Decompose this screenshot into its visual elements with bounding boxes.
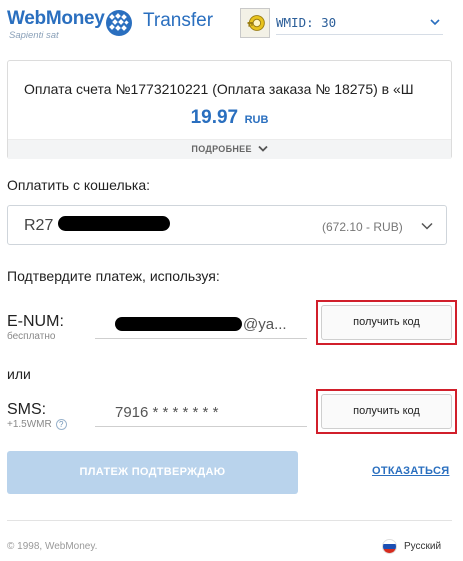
wallet-balance: (672.10 - RUB) xyxy=(322,220,403,234)
copyright: © 1998, WebMoney. xyxy=(7,541,98,552)
amount-value: 19.97 xyxy=(190,107,239,128)
redacted-wallet-number xyxy=(58,216,170,231)
wallet-id: R27 xyxy=(24,217,54,234)
enum-email-domain: @ya... xyxy=(243,316,287,333)
enum-title: E-NUM: xyxy=(7,313,64,330)
invoice-card: Оплата счета №1773210221 (Оплата заказа … xyxy=(7,60,452,159)
details-toggle[interactable]: ПОДРОБНЕЕ xyxy=(8,139,451,159)
language-label: Русский xyxy=(404,541,442,552)
sms-code-highlight: получить код xyxy=(316,389,457,434)
footer-divider xyxy=(7,520,452,521)
sms-title: SMS: xyxy=(7,401,47,418)
confirm-method-label: Подтвердите платеж, используя: xyxy=(7,268,220,284)
avatar-icon xyxy=(240,8,270,38)
or-label: или xyxy=(7,366,31,382)
cancel-link[interactable]: ОТКАЗАТЬСЯ xyxy=(372,465,449,477)
help-icon[interactable]: ? xyxy=(55,419,67,430)
wmid-underline xyxy=(276,34,443,35)
sms-phone-field[interactable]: 7916 * * * * * * * xyxy=(95,401,307,427)
chevron-down-icon xyxy=(257,145,268,152)
globe-icon xyxy=(106,10,132,36)
logo-tagline: Sapienti sat xyxy=(9,30,59,41)
invoice-title: Оплата счета №1773210221 (Оплата заказа … xyxy=(24,81,414,97)
enum-get-code-button[interactable]: получить код xyxy=(321,305,452,340)
wmid-label: WMID: 30 xyxy=(276,15,337,30)
logo-product: Transfer xyxy=(143,10,214,31)
wallet-label: Оплатить с кошелька: xyxy=(7,177,151,193)
logo-name: WebMoney xyxy=(7,8,105,29)
wmid-selector[interactable]: WMID: 30 xyxy=(240,8,445,38)
details-toggle-label: ПОДРОБНЕЕ xyxy=(191,144,252,154)
header: WebMoney Sapienti sat Transfer WMID: 30 xyxy=(0,0,463,50)
russia-flag-icon xyxy=(382,539,397,554)
chevron-down-icon[interactable] xyxy=(429,17,441,27)
sms-subtitle-wrap: +1.5WMR? xyxy=(7,419,67,430)
invoice-amount: 19.97 RUB xyxy=(8,107,451,129)
wallet-select[interactable]: R27 (672.10 - RUB) xyxy=(7,205,447,245)
amount-currency: RUB xyxy=(244,114,269,126)
sms-phone: 7916 * * * * * * * xyxy=(115,404,219,421)
chevron-down-icon xyxy=(421,222,433,230)
sms-subtitle: +1.5WMR xyxy=(7,419,52,431)
sms-get-code-button[interactable]: получить код xyxy=(321,394,452,429)
confirm-payment-button[interactable]: ПЛАТЕЖ ПОДТВЕРЖДАЮ xyxy=(7,451,298,494)
enum-subtitle: бесплатно xyxy=(7,331,56,342)
enum-code-highlight: получить код xyxy=(316,300,457,345)
redacted-email xyxy=(115,317,242,331)
enum-email-field[interactable]: @ya... xyxy=(95,313,307,339)
